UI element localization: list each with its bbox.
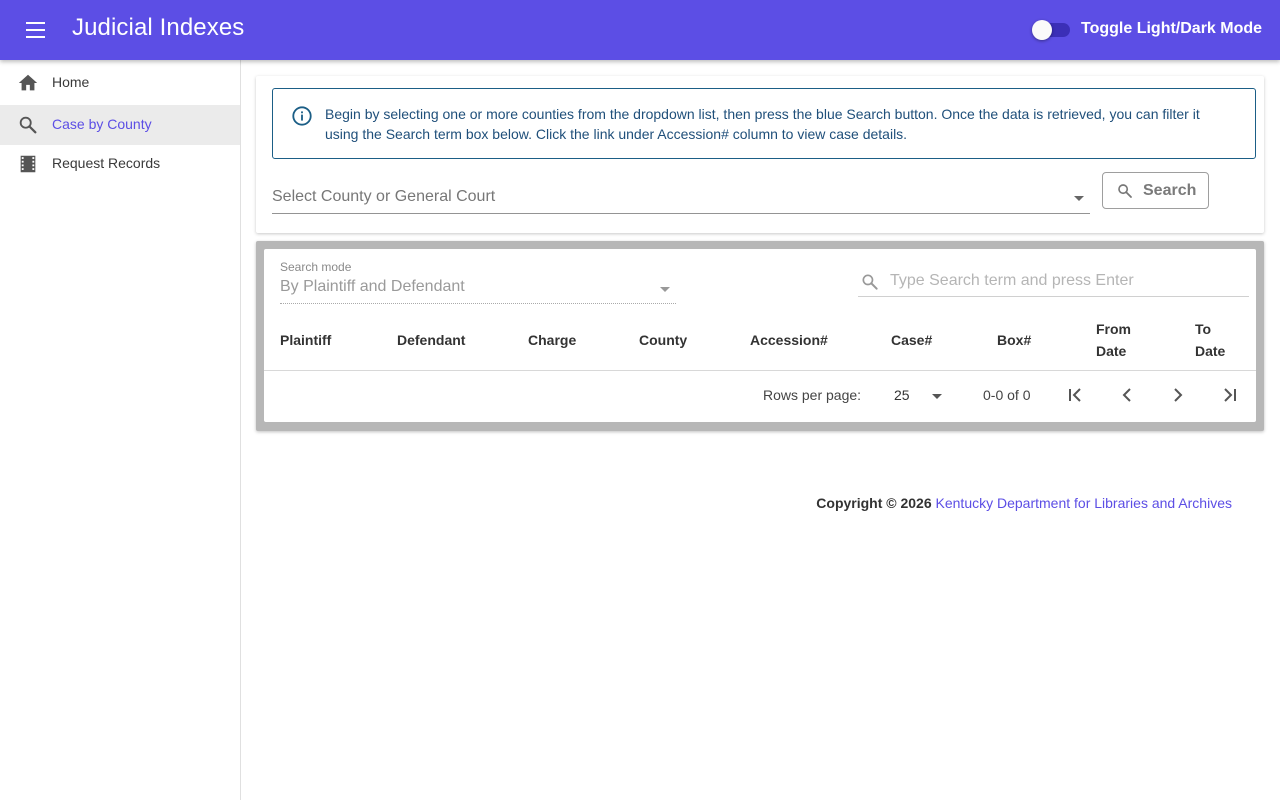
menu-button[interactable]: [18, 18, 54, 42]
toggle-thumb: [1032, 20, 1052, 40]
app-title: Judicial Indexes: [72, 14, 245, 41]
column-header-box[interactable]: Box#: [997, 329, 1031, 351]
column-header-accession[interactable]: Accession#: [750, 329, 828, 351]
sidebar-item-label: Case by County: [52, 116, 152, 132]
results-panel: Search mode By Plaintiff and Defendant P…: [256, 241, 1264, 431]
search-mode-label: Search mode: [280, 260, 352, 274]
sidebar-item-home[interactable]: Home: [0, 63, 240, 103]
menu-icon-bar: [26, 36, 45, 38]
pagination-range: 0-0 of 0: [983, 387, 1031, 403]
app-bar: Judicial Indexes Toggle Light/Dark Mode: [0, 0, 1280, 60]
next-page-icon[interactable]: [1166, 383, 1190, 407]
last-page-icon[interactable]: [1218, 383, 1242, 407]
search-button-label: Search: [1143, 182, 1197, 199]
search-button[interactable]: Search: [1102, 172, 1209, 209]
sidebar-item-request-records[interactable]: Request Records: [0, 144, 240, 184]
county-select-placeholder: Select County or General Court: [272, 188, 496, 205]
search-icon: [862, 274, 878, 290]
table-header-divider: [264, 370, 1256, 371]
menu-icon-bar: [26, 29, 45, 31]
sidebar-item-label: Home: [52, 74, 90, 90]
chevron-down-icon: [660, 287, 670, 292]
sidebar-item-label: Request Records: [52, 155, 161, 171]
theme-toggle-label: Toggle Light/Dark Mode: [1081, 20, 1263, 37]
county-search-card: Begin by selecting one or more counties …: [256, 76, 1264, 233]
chevron-down-icon: [1074, 196, 1084, 201]
organization-link[interactable]: Kentucky Department for Libraries and Ar…: [936, 495, 1232, 511]
menu-icon-bar: [26, 22, 45, 24]
search-mode-select[interactable]: By Plaintiff and Defendant: [280, 275, 676, 304]
search-term-input[interactable]: [890, 270, 1240, 292]
rows-per-page-value: 25: [894, 387, 910, 403]
rows-per-page-select[interactable]: 25: [894, 385, 946, 407]
column-header-from-date[interactable]: From Date: [1096, 318, 1144, 362]
column-header-defendant[interactable]: Defendant: [397, 329, 465, 351]
column-header-charge[interactable]: Charge: [528, 329, 576, 351]
previous-page-icon[interactable]: [1115, 383, 1139, 407]
info-icon: [292, 106, 312, 126]
info-alert: Begin by selecting one or more counties …: [272, 88, 1256, 159]
film-strip-icon: [20, 155, 36, 173]
column-header-case[interactable]: Case#: [891, 329, 932, 351]
first-page-icon[interactable]: [1063, 383, 1087, 407]
column-header-county[interactable]: County: [639, 329, 687, 351]
search-icon: [1118, 184, 1132, 198]
search-term-field: [858, 267, 1249, 297]
column-header-plaintiff[interactable]: Plaintiff: [280, 329, 331, 351]
copyright-text: Copyright © 2026: [816, 495, 932, 511]
column-header-to-date[interactable]: To Date: [1195, 318, 1235, 362]
county-select[interactable]: Select County or General Court: [272, 184, 1090, 214]
info-message: Begin by selecting one or more counties …: [325, 106, 1200, 142]
sidebar: Home Case by County Request Records: [0, 60, 241, 800]
rows-per-page-label: Rows per page:: [763, 387, 862, 403]
search-mode-value: By Plaintiff and Defendant: [280, 278, 465, 295]
sidebar-item-case-by-county[interactable]: Case by County: [0, 105, 240, 145]
theme-toggle-switch[interactable]: [1032, 20, 1070, 40]
home-icon: [18, 74, 38, 91]
chevron-down-icon: [932, 394, 942, 399]
results-table: Search mode By Plaintiff and Defendant P…: [264, 249, 1256, 422]
footer: Copyright © 2026 Kentucky Department for…: [816, 495, 1232, 511]
search-icon: [19, 116, 37, 134]
